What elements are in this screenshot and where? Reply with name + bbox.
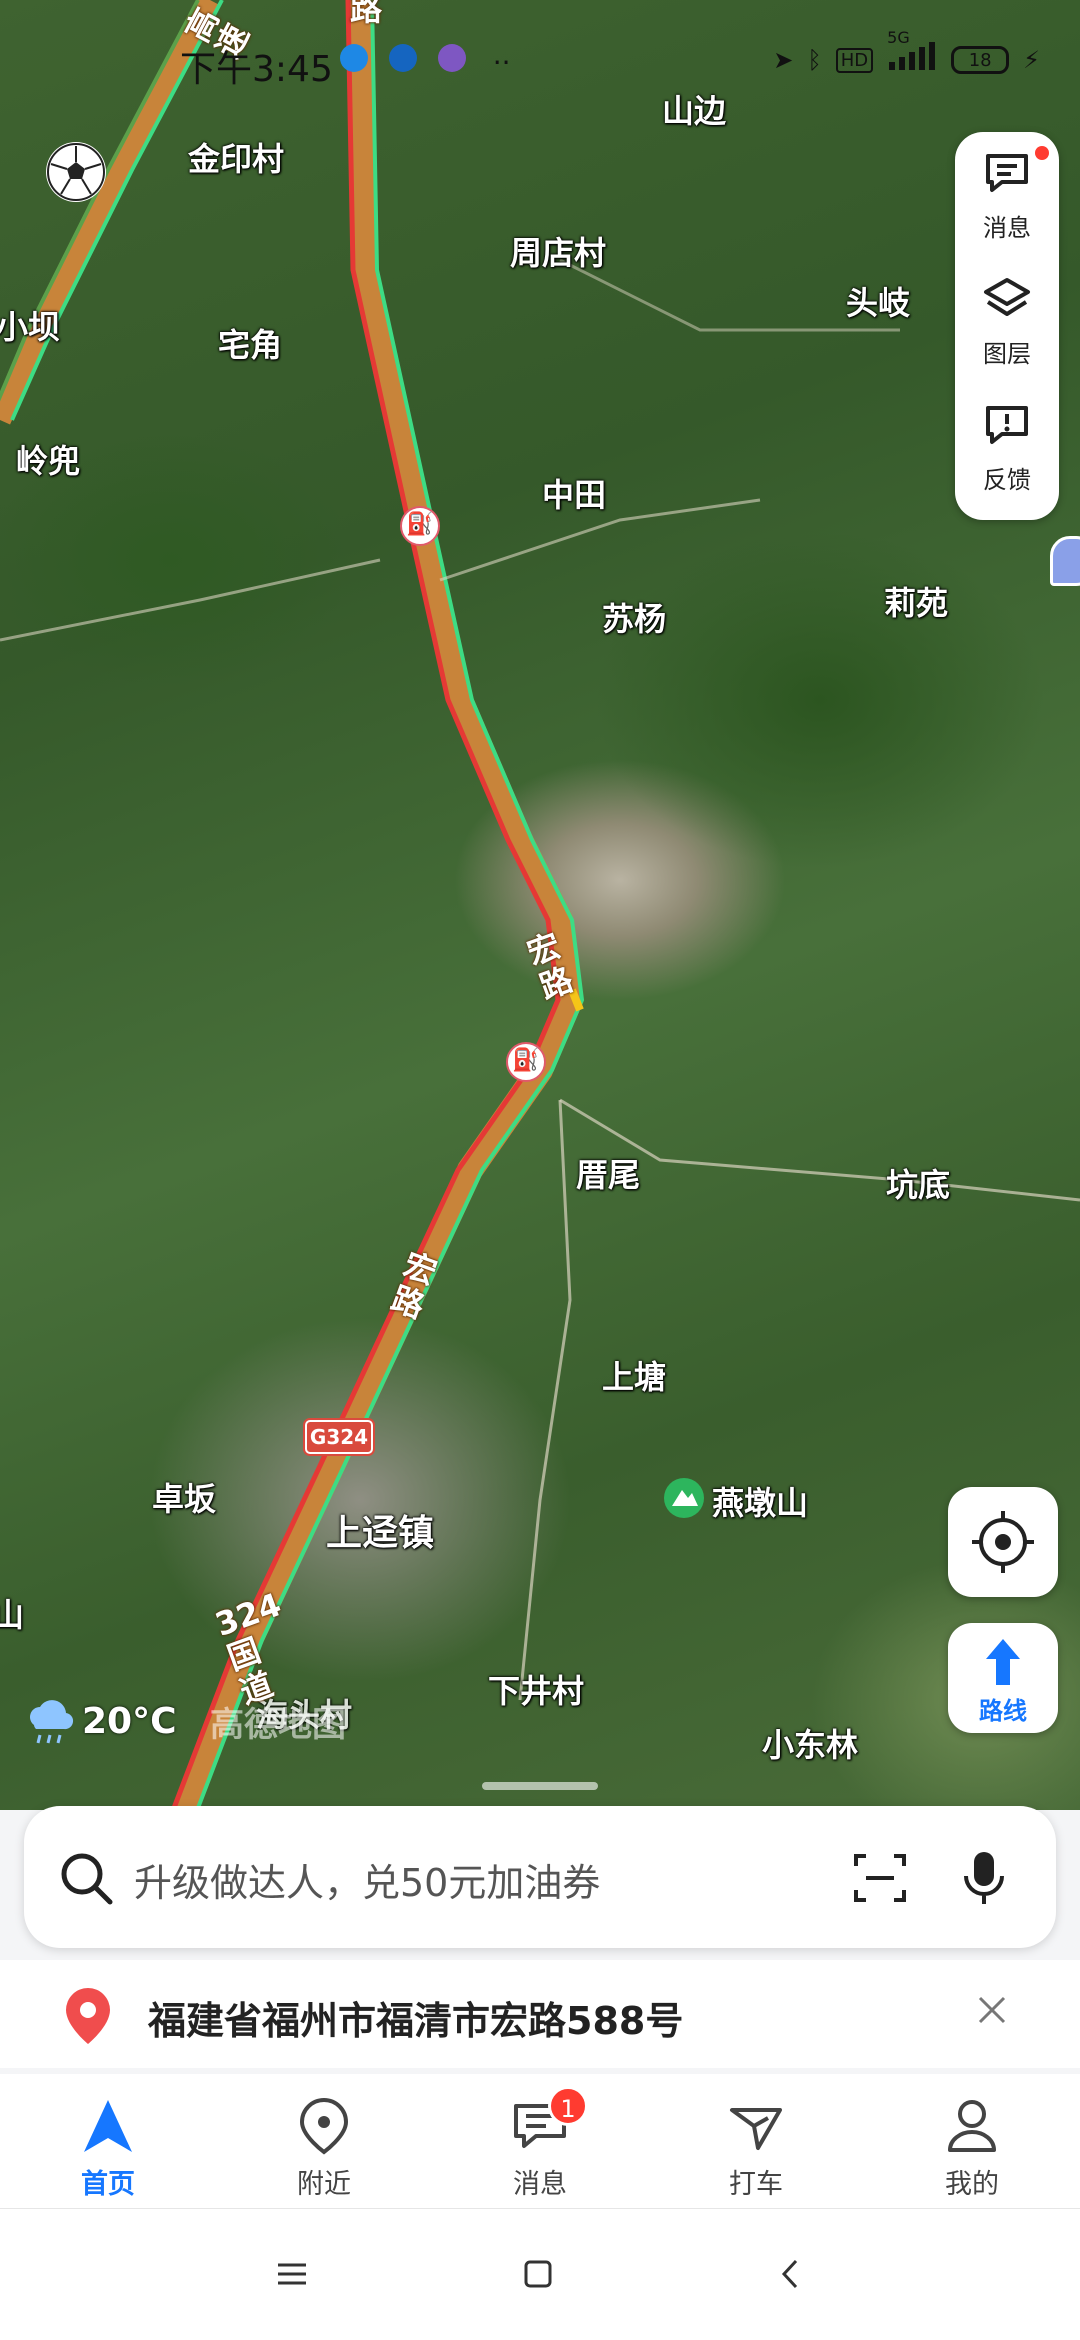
tab-messages[interactable]: 1 消息 <box>470 2086 610 2204</box>
back-icon[interactable] <box>760 2249 820 2299</box>
sheet-drag-handle[interactable] <box>482 1782 598 1790</box>
more-icon: ·· <box>492 46 511 79</box>
tool-label: 反馈 <box>983 466 1031 494</box>
tab-taxi[interactable]: 打车 <box>686 2088 826 2204</box>
messages-tool-button[interactable]: 消息 <box>955 132 1059 252</box>
tab-label: 我的 <box>945 2169 999 2200</box>
place-label[interactable]: 周店村 <box>510 228 606 274</box>
place-label[interactable]: 莉苑 <box>884 578 948 624</box>
mountain-icon[interactable] <box>664 1478 704 1518</box>
place-label[interactable]: 燕墩山 <box>712 1478 808 1524</box>
feedback-icon <box>986 406 1028 444</box>
tool-label: 消息 <box>983 214 1031 242</box>
place-label[interactable]: 上迳镇 <box>326 1504 434 1556</box>
place-label[interactable]: 中田 <box>542 470 606 516</box>
location-marker-icon[interactable] <box>1050 536 1080 586</box>
gas-station-icon[interactable]: ⛽ <box>506 1042 546 1082</box>
notification-icons: ·· <box>340 44 511 79</box>
tool-label: 图层 <box>983 340 1031 368</box>
temperature: 20°C <box>82 1700 177 1742</box>
search-placeholder: 升级做达人，兑50元加油券 <box>134 1861 601 1905</box>
place-label[interactable]: 上塘 <box>602 1352 666 1398</box>
satellite-map[interactable]: 山边 金印村 周店村 头岐 小坝 宅角 岭兜 中田 苏杨 莉苑 厝尾 坑底 上塘… <box>0 0 1080 1850</box>
bluetooth-icon: ᛒ <box>807 46 822 74</box>
place-label[interactable]: 宅角 <box>218 320 282 366</box>
microphone-icon[interactable] <box>954 1846 1014 1910</box>
place-label[interactable]: 小东林 <box>762 1720 858 1766</box>
place-label[interactable]: 卓坂 <box>152 1474 216 1520</box>
signal-icon: 5G <box>887 28 937 78</box>
app-icon <box>340 44 368 72</box>
route-button[interactable]: 路线 <box>948 1623 1058 1733</box>
feedback-tool-button[interactable]: 反馈 <box>955 384 1059 504</box>
bottom-tab-bar: 首页 附近 1 消息 打车 我的 <box>0 2074 1080 2209</box>
unread-dot <box>1035 146 1049 160</box>
scan-icon[interactable] <box>850 1848 910 1908</box>
tab-home[interactable]: 首页 <box>38 2088 178 2204</box>
battery-level: 18 <box>968 49 992 71</box>
status-time: 下午3:45 <box>180 49 333 90</box>
system-navigation-bar <box>0 2209 1080 2340</box>
hd-badge: HD <box>835 47 874 73</box>
location-pin-icon <box>66 1988 110 2044</box>
gas-station-icon[interactable]: ⛽ <box>400 506 440 546</box>
game-icon <box>437 44 466 72</box>
road-shield-g324: G324 <box>305 1420 373 1454</box>
location-arrow-icon: ➤ <box>773 46 794 74</box>
close-icon[interactable] <box>972 1990 1012 2030</box>
place-label[interactable]: 岭兜 <box>16 436 80 482</box>
tab-label: 附近 <box>297 2169 351 2200</box>
road-label: 路 <box>350 0 383 28</box>
locate-me-button[interactable] <box>948 1487 1058 1597</box>
layers-icon <box>984 278 1030 316</box>
tab-nearby[interactable]: 附近 <box>254 2088 394 2204</box>
charging-icon: ⚡ <box>1023 46 1040 74</box>
network-type: 5G <box>887 28 910 47</box>
status-right: ➤ ᛒ HD 5G 18 ⚡ <box>773 28 1040 78</box>
unread-badge: 1 <box>548 2086 588 2126</box>
place-label[interactable]: 坑底 <box>886 1160 950 1206</box>
navigate-arrow-icon <box>84 2100 132 2152</box>
route-label: 路线 <box>979 1697 1027 1725</box>
cloud-rain-icon <box>30 1700 74 1744</box>
search-bar[interactable]: 升级做达人，兑50元加油券 <box>24 1806 1056 1948</box>
battery-indicator: 18 <box>951 46 1010 74</box>
map-logo: 高德地图 <box>210 1705 346 1745</box>
place-label[interactable]: 小坝 <box>0 302 60 348</box>
map-roads-layer <box>0 0 1080 1850</box>
tab-mine[interactable]: 我的 <box>902 2088 1042 2204</box>
place-label[interactable]: 下井村 <box>488 1666 584 1712</box>
crosshair-icon <box>972 1511 1034 1573</box>
current-address-row[interactable]: 福建省福州市福清市宏路588号 <box>0 1960 1080 2068</box>
message-icon <box>986 154 1028 192</box>
map-tools-panel: 消息 图层 反馈 <box>955 132 1059 520</box>
person-icon <box>948 2100 996 2152</box>
address-text: 福建省福州市福清市宏路588号 <box>148 1999 684 2043</box>
weather-widget[interactable]: 20°C <box>22 1695 177 1747</box>
place-label[interactable]: 山 <box>0 1590 24 1636</box>
tab-label: 消息 <box>513 2169 567 2200</box>
taxi-icon <box>730 2108 782 2150</box>
tab-label: 打车 <box>729 2169 783 2200</box>
place-label[interactable]: 厝尾 <box>576 1150 640 1196</box>
translate-icon <box>388 44 417 72</box>
place-label[interactable]: 苏杨 <box>602 594 666 640</box>
menu-icon[interactable] <box>262 2249 322 2299</box>
search-icon <box>61 1853 113 1905</box>
home-icon[interactable] <box>508 2249 568 2299</box>
soccer-ball-icon[interactable] <box>46 142 106 202</box>
status-bar: 下午3:45 ·· ➤ ᛒ HD 5G 18 ⚡ <box>0 28 1080 94</box>
place-label[interactable]: 头岐 <box>846 278 910 324</box>
place-label[interactable]: 金印村 <box>188 134 284 180</box>
location-pin-icon <box>299 2097 349 2155</box>
layers-tool-button[interactable]: 图层 <box>955 258 1059 378</box>
tab-label: 首页 <box>81 2169 135 2200</box>
route-arrow-icon <box>986 1639 1020 1685</box>
